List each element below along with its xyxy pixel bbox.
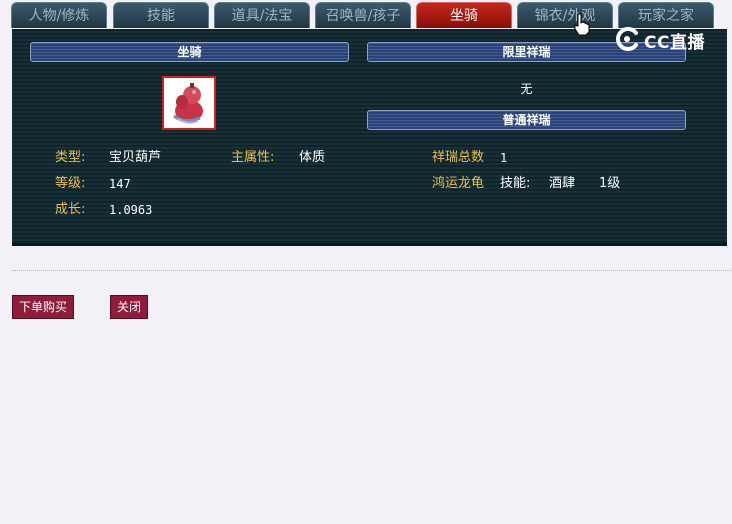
mount-section-header: 坐骑 [30,42,349,62]
normal-xiangrui-header: 普通祥瑞 [367,110,686,130]
limited-xiangrui-value: 无 [520,82,533,96]
main-attr-value: 体质 [299,150,326,165]
close-button[interactable]: 关闭 [110,295,148,319]
buy-button[interactable]: 下单购买 [12,295,74,319]
mount-gourd-icon[interactable] [162,76,216,130]
tab-appearance[interactable]: 锦衣/外观 [517,2,613,28]
xiangrui-total-label: 祥瑞总数 [432,150,485,165]
xiangrui-name: 鸿运龙龟 [432,176,485,191]
tab-mount[interactable]: 坐骑 [416,2,512,28]
growth-value: 1.0963 [109,203,153,217]
tab-items[interactable]: 道具/法宝 [214,2,310,28]
cc-logo-text: CC直播 [644,33,705,53]
section-divider [12,270,732,271]
main-attr-label: 主属性: [231,150,275,165]
cc-logo-icon [616,27,638,51]
type-value: 宝贝葫芦 [109,150,162,165]
tab-skills[interactable]: 技能 [113,2,209,28]
xiangrui-total-value: 1 [500,151,508,165]
xiangrui-skill-name: 酒肆 [549,176,576,191]
hand-cursor-icon [574,13,590,36]
panel-bottom-edge [12,243,727,246]
tab-summons[interactable]: 召唤兽/孩子 [315,2,411,28]
gourd-icon [173,83,203,124]
xiangrui-skill-level: 1级 [599,176,621,191]
level-label: 等级: [55,176,86,191]
level-value: 147 [109,177,131,191]
tab-character[interactable]: 人物/修炼 [11,2,107,28]
growth-label: 成长: [55,202,86,217]
xiangrui-skill-label: 技能: [500,176,531,191]
cc-live-logo: CC直播 [614,24,724,54]
type-label: 类型: [55,150,86,165]
